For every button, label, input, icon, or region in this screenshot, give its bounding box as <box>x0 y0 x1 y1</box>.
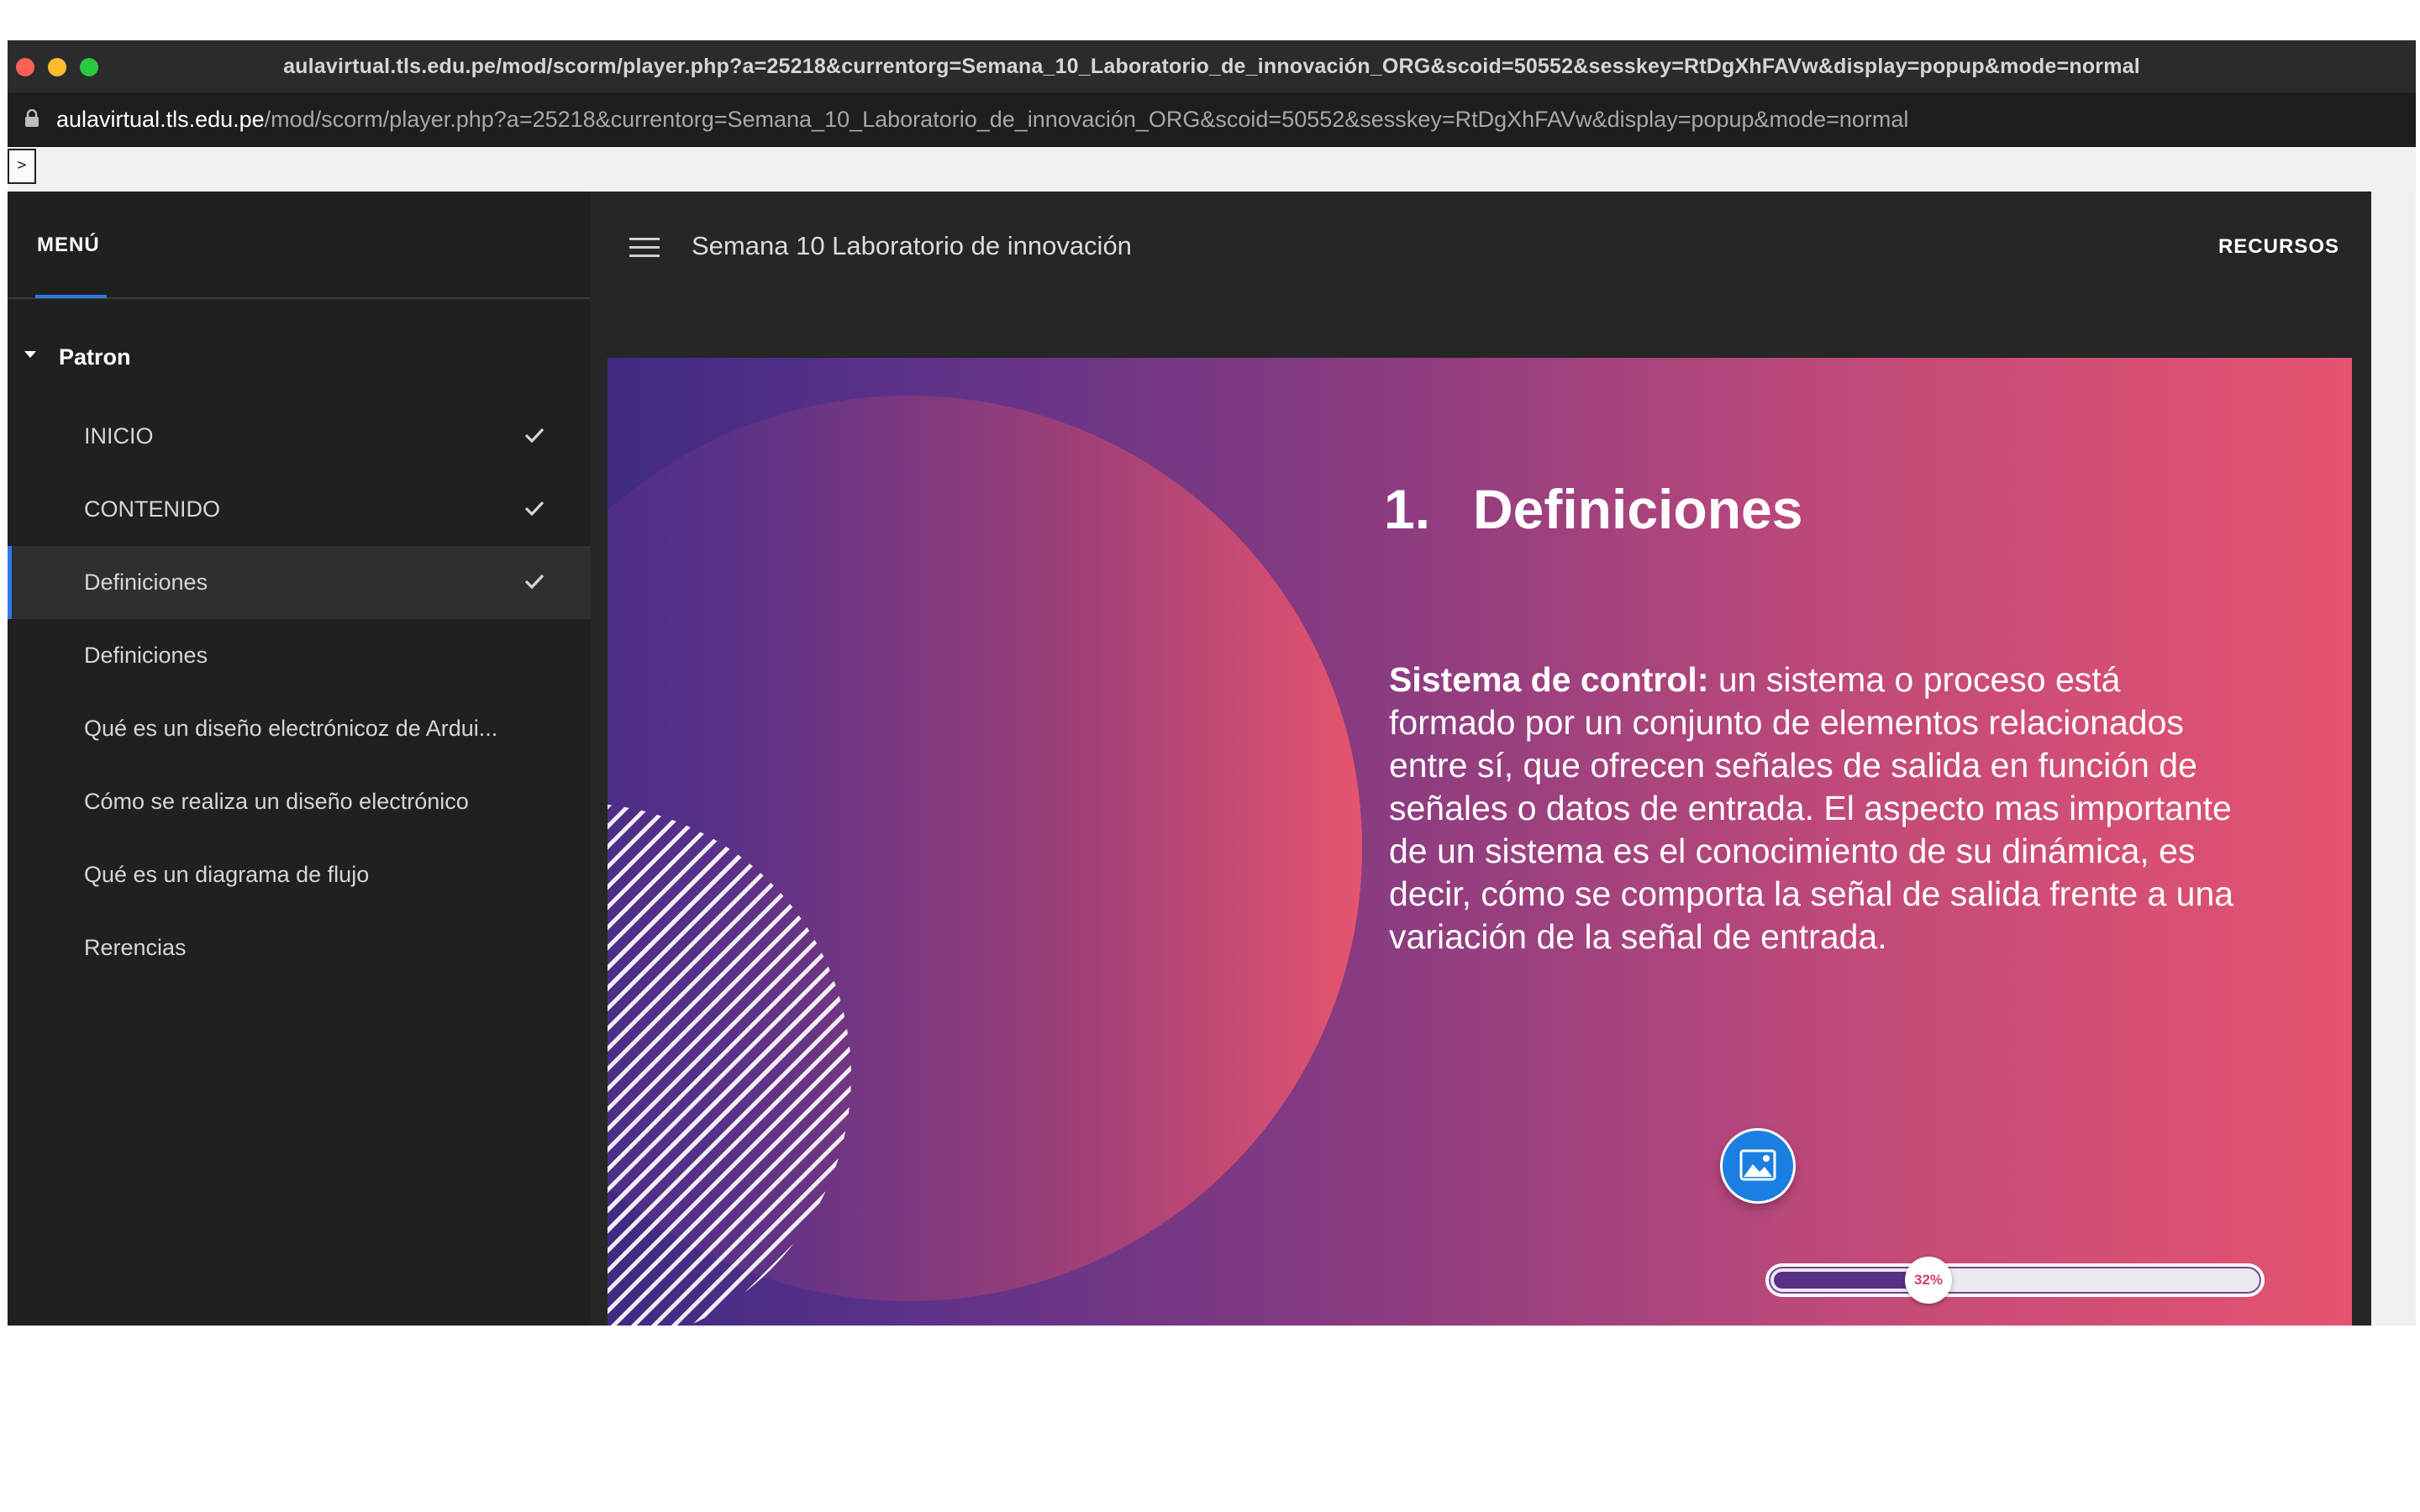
url-text[interactable]: aulavirtual.tls.edu.pe/mod/scorm/player.… <box>56 107 1908 133</box>
sidebar-item-referencias[interactable]: Rerencias <box>8 911 591 984</box>
url-host: aulavirtual.tls.edu.pe <box>56 107 265 132</box>
sidebar-item-label: Cómo se realiza un diseño electrónico <box>84 789 469 814</box>
caret-down-icon <box>24 351 36 358</box>
course-title: Semana 10 Laboratorio de innovación <box>692 231 1132 260</box>
sidebar-item-inicio[interactable]: INICIO <box>8 400 591 473</box>
lock-icon <box>25 109 39 127</box>
sidebar-item-label: Definiciones <box>84 570 208 595</box>
slide-body: Sistema de control: un sistema o proceso… <box>1389 659 2238 958</box>
sidebar-item-label: Definiciones <box>84 643 208 668</box>
sidebar-item-diseno-arduino[interactable]: Qué es un diseño electrónicoz de Ardui..… <box>8 692 591 765</box>
menu-title[interactable]: MENÚ <box>37 234 100 257</box>
browser-window: aulavirtual.tls.edu.pe/mod/scorm/player.… <box>8 40 2416 1326</box>
slide-heading: 1. Definiciones <box>1384 477 1802 541</box>
sidebar-item-definiciones[interactable]: Definiciones <box>8 619 591 692</box>
sidebar-item-label: Rerencias <box>84 935 187 960</box>
slide-heading-number: 1. <box>1384 478 1431 540</box>
slide-body-text: un sistema o proceso está formado por un… <box>1389 660 2234 956</box>
sidebar-item-label: Qué es un diagrama de flujo <box>84 862 370 887</box>
page-strip: > <box>8 147 2416 192</box>
sidebar-item-contenido[interactable]: CONTENIDO <box>8 473 591 546</box>
progress-knob[interactable]: 32% <box>1905 1257 1952 1304</box>
url-path: /mod/scorm/player.php?a=25218&currentorg… <box>264 107 1909 132</box>
window-title: aulavirtual.tls.edu.pe/mod/scorm/player.… <box>283 55 2140 78</box>
scorm-player: MENÚ Patron INICIO CONTENIDO Definicione… <box>8 192 2371 1326</box>
player-topbar: Semana 10 Laboratorio de innovación RECU… <box>591 192 2371 318</box>
app-root: aulavirtual.tls.edu.pe/mod/scorm/player.… <box>0 0 2420 1512</box>
sidebar-item-label: INICIO <box>84 423 154 449</box>
image-media-button[interactable] <box>1723 1131 1793 1201</box>
image-icon <box>1739 1149 1776 1181</box>
slide-body-term: Sistema de control: <box>1389 660 1709 699</box>
sidebar-item-label: Qué es un diseño electrónicoz de Ardui..… <box>84 716 498 741</box>
sidebar-nav: INICIO CONTENIDO Definiciones Definicion… <box>8 400 591 984</box>
slide-canvas: 1. Definiciones Sistema de control: un si… <box>608 358 2352 1326</box>
hamburger-menu-icon[interactable] <box>629 238 660 260</box>
resources-button[interactable]: RECURSOS <box>2218 235 2339 259</box>
menu-tab-indicator <box>35 295 107 298</box>
check-icon <box>524 501 544 517</box>
sidebar-item-diseno-electronico[interactable]: Cómo se realiza un diseño electrónico <box>8 765 591 838</box>
sidebar-item-label: CONTENIDO <box>84 496 220 522</box>
window-titlebar: aulavirtual.tls.edu.pe/mod/scorm/player.… <box>8 40 2416 93</box>
slide-progress-bar[interactable]: 32% <box>1765 1257 2265 1304</box>
sidebar-item-definiciones-active[interactable]: Definiciones <box>8 546 591 619</box>
sidebar-group-patron[interactable]: Patron <box>8 333 591 380</box>
main-content: Semana 10 Laboratorio de innovación RECU… <box>591 192 2371 1326</box>
check-icon <box>524 574 544 590</box>
sidebar-group-label: Patron <box>59 344 131 370</box>
toggle-toc-button[interactable]: > <box>8 149 36 184</box>
address-bar[interactable]: aulavirtual.tls.edu.pe/mod/scorm/player.… <box>8 92 2416 147</box>
menu-header: MENÚ <box>8 192 591 299</box>
sidebar: MENÚ Patron INICIO CONTENIDO Definicione… <box>8 192 591 1326</box>
slide-heading-text: Definiciones <box>1473 478 1803 540</box>
check-icon <box>524 428 544 444</box>
sidebar-item-diagrama-flujo[interactable]: Qué es un diagrama de flujo <box>8 838 591 911</box>
